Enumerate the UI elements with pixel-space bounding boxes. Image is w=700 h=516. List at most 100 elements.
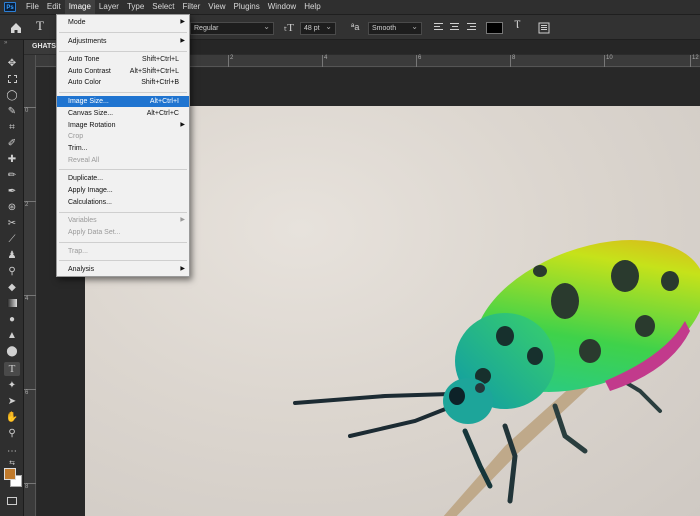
warp-text-icon[interactable]: Ⲧ [514,19,521,32]
menu-item-crop: Crop [57,131,189,142]
antialias-select[interactable]: Smooth [368,21,422,35]
ruler-tick: 8 [24,483,36,490]
menu-image[interactable]: Image [64,0,95,14]
align-right-icon[interactable] [465,21,477,33]
lasso-tool-icon[interactable]: ◯ [4,88,20,102]
menu-type[interactable]: Type [123,0,148,14]
pen-tool-icon[interactable]: ◆ [4,280,20,294]
home-icon[interactable] [9,21,23,35]
ruler-label: 4 [25,296,29,302]
swap-colors-icon[interactable]: ⇆ [4,458,20,468]
clone-stamp-tool-icon[interactable]: ✒ [4,184,20,198]
color-swatches[interactable] [4,468,22,490]
submenu-arrow-icon: ▶ [180,217,185,223]
menu-item-label: Calculations... [68,199,112,206]
hand-tool-icon[interactable]: ✋ [4,410,20,424]
menu-item-calculations[interactable]: Calculations... [57,197,189,208]
direct-select-tool-icon[interactable]: ➤ [4,394,20,408]
menu-item-auto-tone[interactable]: Auto Tone Shift+Ctrl+L [57,54,189,65]
path-select-tool-icon[interactable]: ✦ [4,378,20,392]
menu-edit[interactable]: Edit [43,0,65,14]
menu-item-image-size[interactable]: Image Size... Alt+Ctrl+I [57,96,189,107]
menu-select[interactable]: Select [148,0,178,14]
ruler-label: 6 [418,55,422,61]
ruler-label: 2 [25,202,29,208]
menu-item-analysis[interactable]: Analysis ▶ [57,264,189,275]
tools-panel: » ✥ ◯ ✎ ⌗ ✐ ✚ ✏ ✒ ⊛ ✂ ⟋ ♟ ⚲ ◆ ● ▲ ⬤ T ✦ … [0,40,24,516]
menu-item-auto-color[interactable]: Auto Color Shift+Ctrl+B [57,77,189,88]
menu-help[interactable]: Help [300,0,324,14]
zoom-tool-icon[interactable]: ⚲ [4,426,20,440]
ruler-label: 8 [512,55,516,61]
align-left-icon[interactable] [433,21,445,33]
menu-item-label: Reveal All [68,157,100,164]
menu-filter[interactable]: Filter [179,0,205,14]
menu-item-trim[interactable]: Trim... [57,143,189,154]
menu-item-apply-image[interactable]: Apply Image... [57,185,189,196]
move-tool-icon[interactable]: ✥ [4,56,20,70]
ruler-tick: 0 [24,107,36,114]
history-brush-tool-icon[interactable]: ⊛ [4,200,20,214]
menu-item-canvas-size[interactable]: Canvas Size... Alt+Ctrl+C [57,108,189,119]
menu-window[interactable]: Window [264,0,300,14]
menu-item-shortcut: Alt+Ctrl+I [149,98,179,105]
menu-item-adjustments[interactable]: Adjustments ▶ [57,36,189,47]
character-panel-icon[interactable] [538,22,550,34]
menu-item-shortcut: Shift+Ctrl+L [142,56,179,63]
font-size-select[interactable]: 48 pt [300,21,336,35]
font-style-select[interactable]: Regular [190,21,274,35]
collapse-icon[interactable]: » [4,40,7,46]
submenu-arrow-icon: ▶ [180,19,185,25]
menu-layer[interactable]: Layer [95,0,123,14]
ruler-tick: 6 [416,55,421,67]
menu-view[interactable]: View [204,0,229,14]
object-select-tool-icon[interactable]: ✎ [4,104,20,118]
menu-item-label: Analysis [68,266,95,273]
more-tools-icon[interactable]: ⋯ [4,444,20,458]
menu-item-apply-data-set: Apply Data Set... [57,227,189,238]
menu-item-label: Variables [68,217,97,224]
menu-bar: Ps File Edit Image Layer Type Select Fil… [0,0,700,14]
align-center-icon[interactable] [449,21,461,33]
menu-item-shortcut: Shift+Ctrl+B [141,79,179,86]
ruler-label: 12 [692,55,699,61]
type-tool-icon[interactable]: T [4,362,20,376]
menu-item-auto-contrast[interactable]: Auto Contrast Alt+Shift+Ctrl+L [57,66,189,77]
menu-item-reveal-all: Reveal All [57,155,189,166]
menu-item-label: Auto Contrast [68,68,111,75]
eyedropper-tool-icon[interactable]: ✐ [4,136,20,150]
blur-tool-icon[interactable]: ♟ [4,248,20,262]
ruler-tick: 4 [322,55,327,67]
menu-item-image-rotation[interactable]: Image Rotation ▶ [57,120,189,131]
menu-separator [59,169,187,170]
ruler-label: 2 [230,55,234,61]
menu-item-label: Duplicate... [68,175,104,182]
eraser-tool-icon[interactable]: ✂ [4,216,20,230]
sharpen-tool-icon[interactable]: ▲ [4,328,20,342]
menu-item-label: Image Rotation [68,122,116,129]
text-color-swatch[interactable] [486,22,503,34]
menu-item-variables: Variables ▶ [57,215,189,226]
menu-item-label: Canvas Size... [68,110,114,117]
foreground-color-swatch[interactable] [4,468,16,480]
sponge-tool-icon[interactable]: ⬤ [4,344,20,358]
menu-plugins[interactable]: Plugins [230,0,264,14]
drop-tool-icon[interactable]: ● [4,312,20,326]
ruler-label: 10 [606,55,613,61]
dodge-tool-icon[interactable]: ⚲ [4,264,20,278]
menu-file[interactable]: File [22,0,43,14]
ruler-tick: 6 [24,389,36,396]
brush-tool-icon[interactable]: ✏ [4,168,20,182]
marquee-tool-icon[interactable] [4,72,20,86]
menu-item-label: Mode [68,19,86,26]
crop-tool-icon[interactable]: ⌗ [4,120,20,134]
spot-healing-tool-icon[interactable]: ✚ [4,152,20,166]
quick-mask-icon[interactable] [4,494,20,508]
menu-item-label: Apply Image... [68,187,113,194]
photoshop-logo: Ps [4,2,16,12]
menu-item-duplicate[interactable]: Duplicate... [57,173,189,184]
gradient-tool-icon[interactable]: ⟋ [4,232,20,246]
menu-item-mode[interactable]: Mode ▶ [57,17,189,28]
type-tool-preset-icon[interactable]: T [36,18,44,34]
gradient-swatch-icon[interactable] [4,296,20,310]
